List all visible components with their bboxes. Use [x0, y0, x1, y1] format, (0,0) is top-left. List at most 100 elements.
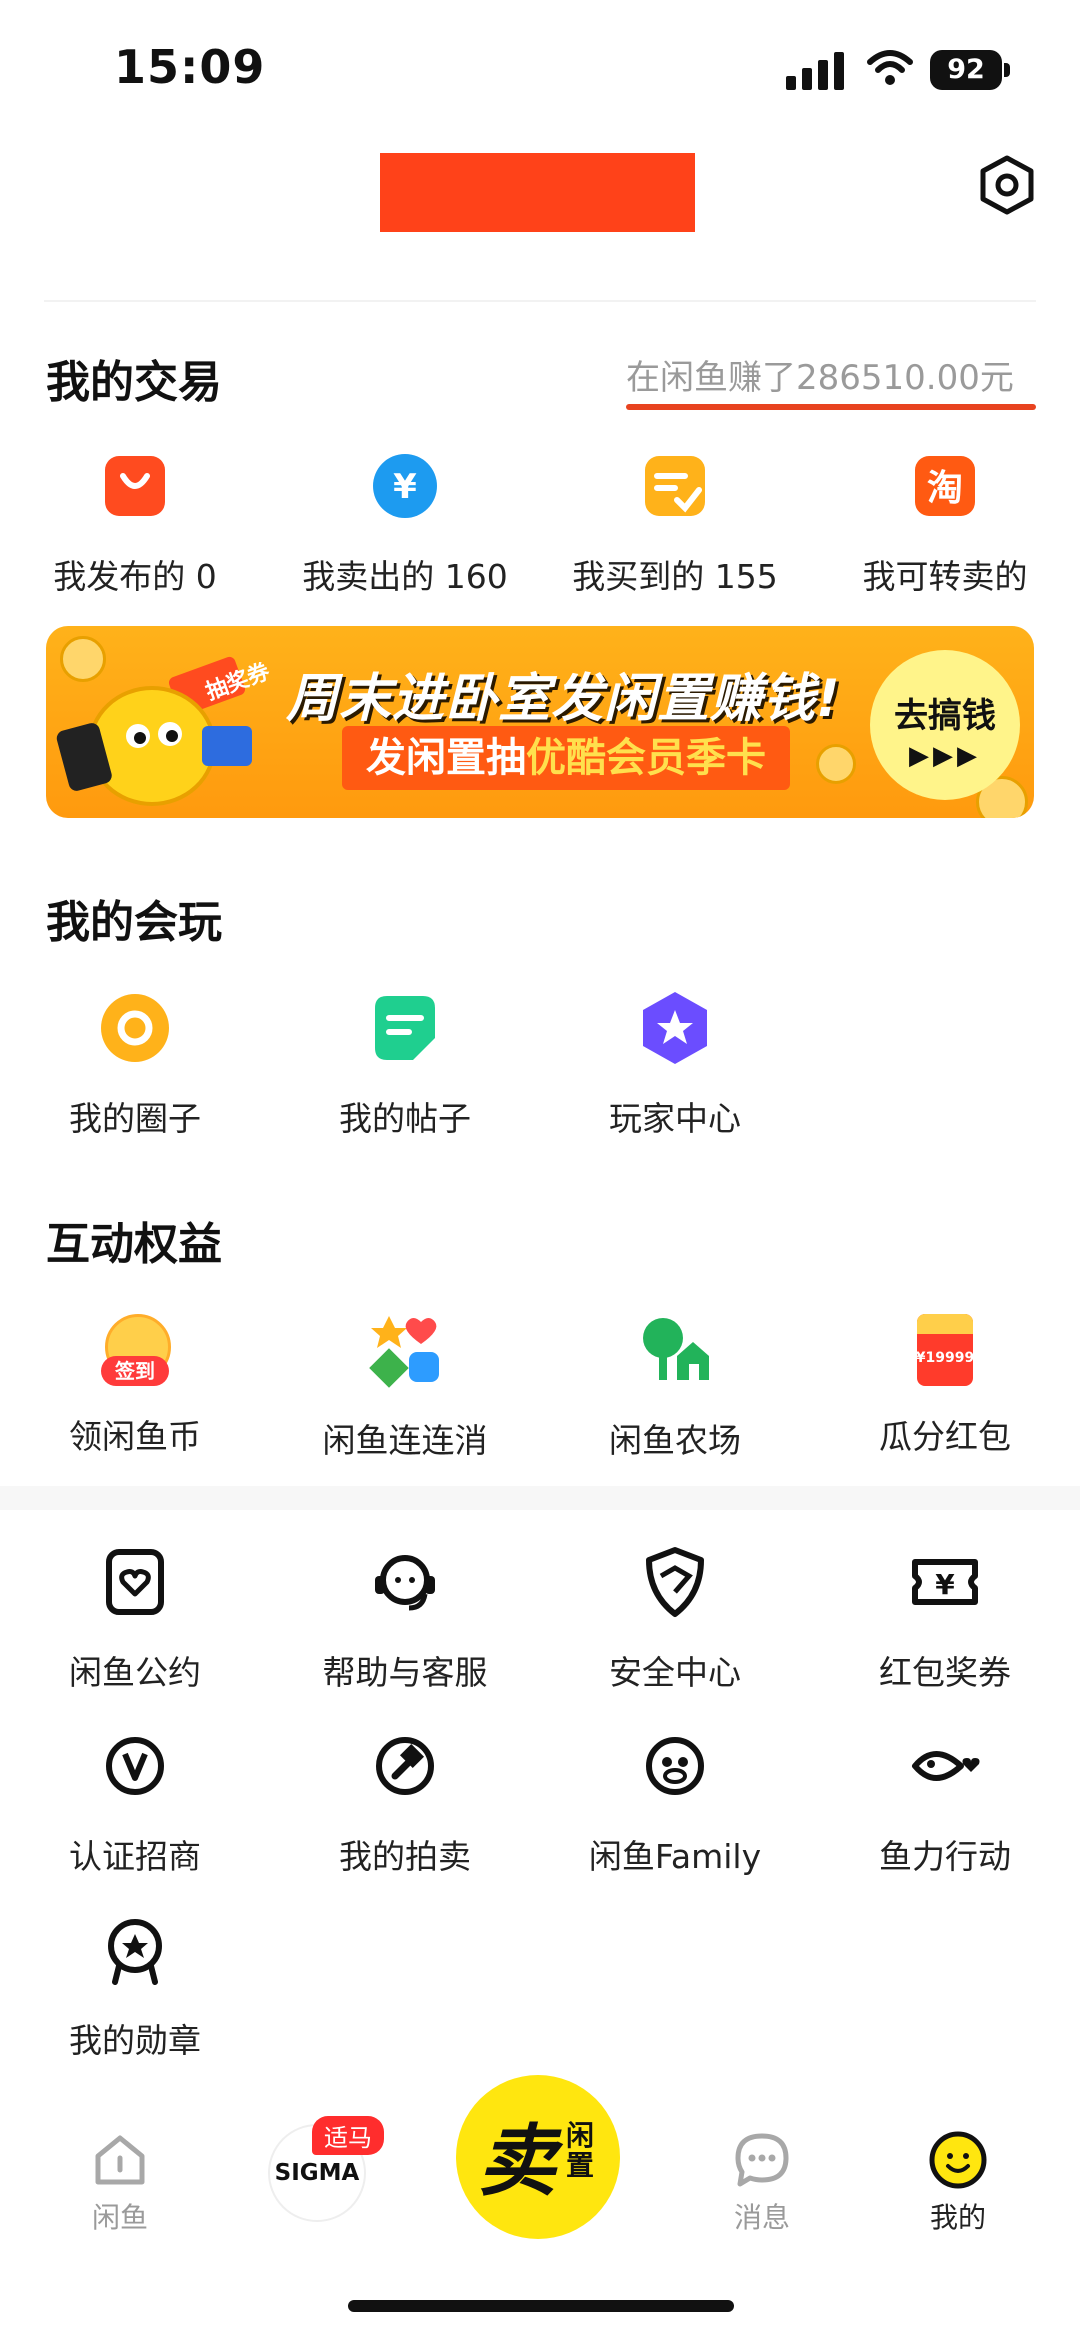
red-packet-icon: ¥19999 — [905, 1310, 985, 1390]
tool-item-help[interactable]: 帮助与客服 — [270, 1542, 540, 1694]
play-section-title: 我的会玩 — [46, 897, 222, 948]
banner-cta-button[interactable]: 去搞钱 ▶▶▶ — [870, 650, 1020, 800]
home-indicator — [348, 2300, 734, 2312]
match-game-icon — [369, 1316, 439, 1388]
trade-section-title: 我的交易 — [46, 357, 222, 408]
sign-in-coin-icon: 签到 — [95, 1310, 175, 1390]
svg-text:¥: ¥ — [935, 1568, 955, 1601]
wifi-icon — [867, 50, 913, 85]
fish-heart-icon — [912, 1751, 980, 1781]
earned-underline — [626, 404, 1036, 410]
heart-doc-icon — [106, 1549, 164, 1615]
tool-item-label: 红包奖券 — [879, 1653, 1011, 1692]
yen-ticket-icon: ¥ — [912, 1559, 978, 1605]
sell-button-sublabel: 闲置 — [566, 2119, 595, 2182]
home-icon — [95, 2135, 145, 2185]
trade-item-sold[interactable]: ¥ 我卖出的 160 — [270, 446, 540, 598]
shield-icon — [646, 1547, 704, 1617]
tool-item-auction[interactable]: 我的拍卖 — [270, 1726, 540, 1878]
signal-icon — [786, 52, 846, 90]
play-item-player-center[interactable]: 玩家中心 — [540, 988, 810, 1140]
benefit-item-label: 领闲鱼币 — [69, 1417, 201, 1456]
smiley-face-icon — [929, 2131, 987, 2189]
check-note-icon — [645, 456, 705, 516]
bag-icon — [105, 456, 165, 516]
banner-sub-highlight: 优酷会员季卡 — [526, 735, 766, 781]
tab-home-label: 闲鱼 — [91, 2201, 148, 2234]
earned-total-link[interactable]: 在闲鱼赚了286510.00元 — [626, 350, 1014, 399]
tab-messages[interactable]: 消息 — [702, 2130, 822, 2236]
tool-item-family[interactable]: 闲鱼Family — [540, 1726, 810, 1878]
trade-item-label: 我发布的 0 — [53, 557, 217, 596]
play-item-circles[interactable]: 我的圈子 — [0, 988, 270, 1140]
tool-item-label: 闲鱼Family — [588, 1837, 762, 1876]
tool-item-convention[interactable]: 闲鱼公约 — [0, 1542, 270, 1694]
svg-text:¥: ¥ — [393, 467, 417, 507]
taobao-icon: 淘 — [915, 456, 975, 516]
promo-banner[interactable]: 抽奖券 周末进卧室发闲置赚钱! 发闲置抽优酷会员季卡 去搞钱 ▶▶▶ — [46, 626, 1034, 818]
tool-item-label: 鱼力行动 — [879, 1837, 1011, 1876]
svg-text:淘: 淘 — [927, 468, 963, 509]
tool-item-label: 闲鱼公约 — [69, 1653, 201, 1692]
benefit-item-red-packet[interactable]: ¥19999 瓜分红包 — [810, 1310, 1080, 1458]
post-note-icon — [375, 996, 435, 1060]
banner-sub-prefix: 发闲置抽 — [366, 735, 526, 781]
yen-circle-icon: ¥ — [373, 454, 437, 518]
medal-icon — [108, 1919, 162, 1985]
sell-button[interactable]: 卖 闲置 — [456, 2075, 620, 2239]
tool-item-fish-action[interactable]: 鱼力行动 — [810, 1726, 1080, 1878]
sigma-badge: 适马 — [312, 2116, 384, 2155]
tab-me[interactable]: 我的 — [898, 2130, 1018, 2236]
trade-item-bought[interactable]: 我买到的 155 — [540, 446, 810, 598]
trade-item-label: 我买到的 155 — [572, 557, 778, 596]
hexagon-settings-icon[interactable] — [976, 154, 1038, 216]
benefits-section-title: 互动权益 — [46, 1219, 222, 1270]
benefit-item-label: 闲鱼连连消 — [322, 1421, 488, 1460]
chat-bubble-icon — [735, 2133, 789, 2187]
tab-me-label: 我的 — [929, 2201, 986, 2234]
banner-cta-label: 去搞钱 — [894, 696, 996, 736]
tool-item-security[interactable]: 安全中心 — [540, 1542, 810, 1694]
tool-item-label: 我的拍卖 — [339, 1837, 471, 1876]
play-item-label: 玩家中心 — [609, 1099, 741, 1138]
benefit-item-coins[interactable]: 签到 领闲鱼币 — [0, 1310, 270, 1458]
red-packet-amount: ¥19999 — [915, 1350, 975, 1366]
trade-item-resell[interactable]: 淘 我可转卖的 — [810, 446, 1080, 598]
sell-button-label: 卖 — [478, 2117, 557, 2207]
tool-item-label: 安全中心 — [609, 1653, 741, 1692]
trade-item-label: 我卖出的 160 — [302, 557, 508, 596]
banner-title: 周末进卧室发闲置赚钱! — [286, 669, 841, 729]
tab-home[interactable]: 闲鱼 — [60, 2130, 180, 2236]
banner-cta-arrows: ▶▶▶ — [909, 741, 981, 771]
benefit-item-label: 闲鱼农场 — [609, 1421, 741, 1460]
benefit-item-match-game[interactable]: 闲鱼连连消 — [270, 1310, 540, 1462]
v-badge-icon — [106, 1737, 164, 1795]
benefit-item-farm[interactable]: 闲鱼农场 — [540, 1310, 810, 1462]
benefit-item-label: 瓜分红包 — [879, 1417, 1011, 1456]
tool-item-label: 认证招商 — [69, 1837, 201, 1876]
banner-subtitle: 发闲置抽优酷会员季卡 — [342, 726, 790, 790]
headset-icon — [375, 1555, 435, 1611]
tool-item-label: 帮助与客服 — [322, 1653, 488, 1692]
tool-item-medals[interactable]: 我的勋章 — [0, 1910, 270, 2062]
play-item-label: 我的圈子 — [69, 1099, 201, 1138]
star-hexagon-icon — [643, 992, 707, 1064]
tab-messages-label: 消息 — [733, 2201, 790, 2234]
play-item-label: 我的帖子 — [339, 1099, 471, 1138]
section-separator — [0, 1486, 1080, 1510]
auction-hammer-icon — [376, 1737, 434, 1795]
redacted-username — [380, 153, 695, 232]
coin-decoration — [816, 744, 856, 784]
trade-item-label: 我可转卖的 — [862, 557, 1028, 596]
battery-indicator: 92 — [930, 50, 1002, 90]
monkey-face-icon — [646, 1737, 704, 1795]
status-time: 15:09 — [114, 40, 266, 94]
header-divider — [44, 300, 1036, 302]
farm-tree-icon — [643, 1318, 709, 1380]
circle-ring-icon — [101, 994, 169, 1062]
tool-item-certify[interactable]: 认证招商 — [0, 1726, 270, 1878]
play-item-posts[interactable]: 我的帖子 — [270, 988, 540, 1140]
tool-item-vouchers[interactable]: ¥ 红包奖券 — [810, 1542, 1080, 1694]
trade-item-published[interactable]: 我发布的 0 — [0, 446, 270, 598]
tool-item-label: 我的勋章 — [69, 2021, 201, 2060]
